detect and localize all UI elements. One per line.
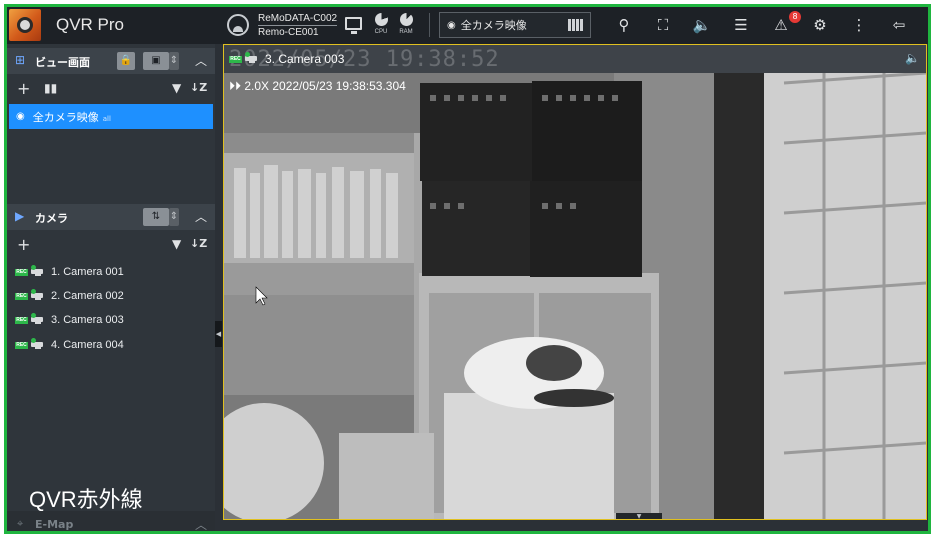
rec-badge: REC [15, 341, 28, 349]
lock-icon[interactable]: 🔒 [117, 52, 135, 70]
stepper-icon[interactable]: ⇕ [169, 52, 179, 70]
app-title: QVR Pro [56, 15, 125, 34]
expand-emap-icon[interactable]: ︿ [195, 516, 207, 531]
user-server-name: ReMoDATA-C002 [258, 13, 338, 24]
camera-view-name: 3. Camera 003 [265, 52, 345, 66]
overlay-caption: QVR赤外線 [29, 487, 143, 512]
gear-icon[interactable]: ⚙ [810, 15, 830, 35]
speaker-icon[interactable]: 🔈 [905, 51, 920, 65]
more-menu-icon[interactable]: ⋮ [849, 15, 869, 35]
cpu-label: CPU [374, 29, 388, 35]
cameras-panel-title: カメラ [35, 212, 68, 225]
camera-icon [31, 265, 45, 277]
view-selector-label: 全カメラ映像 [460, 19, 527, 32]
collapse-sidebar-handle[interactable]: ◀ [215, 321, 222, 347]
search-icon[interactable]: ⚲ [614, 15, 634, 35]
sidebar: ⊞ ビュー画面 🔒 ▣ ⇕ ︿ + ▮▮ ▼ ↓Z ◉ 全カメラ映像 all ▶… [7, 44, 215, 531]
camera-label: 3. Camera 003 [51, 314, 124, 326]
collapse-cameras-icon[interactable]: ︿ [195, 208, 207, 225]
cameras-toolbar: + ▼ ↓Z [7, 234, 215, 256]
stepper-icon[interactable]: ⇕ [169, 208, 179, 226]
views-panel-header: ⊞ ビュー画面 🔒 ▣ ⇕ ︿ [7, 48, 215, 74]
ram-label: RAM [399, 29, 413, 35]
camera-label: 4. Camera 004 [51, 339, 124, 351]
emap-title: E-Map [35, 518, 74, 531]
add-view-icon[interactable]: + [17, 79, 30, 98]
app-window: QVR Pro ReMoDATA-C002 Remo-CE001 CPU RAM… [4, 4, 931, 534]
camera-icon [31, 313, 45, 325]
top-bar: QVR Pro ReMoDATA-C002 Remo-CE001 CPU RAM… [7, 7, 928, 44]
view-item-sublabel: all [102, 114, 111, 123]
emap-panel-header[interactable]: ⌖ E-Map ︿ [7, 511, 215, 531]
camera-sort-button[interactable]: ⇅ [143, 208, 169, 226]
ram-gauge: RAM [397, 13, 415, 41]
view-item-all-cameras[interactable]: ◉ 全カメラ映像 all [9, 104, 213, 129]
views-panel-title: ビュー画面 [35, 56, 90, 69]
rec-badge: REC [15, 268, 28, 276]
view-item-label: 全カメラ映像 [32, 110, 99, 124]
monitor-icon[interactable] [345, 17, 362, 34]
fullscreen-icon[interactable]: ⛶ [653, 15, 673, 35]
sort-icon[interactable]: ↓Z [190, 237, 207, 250]
camera-list-item[interactable]: REC 4. Camera 004 [15, 335, 211, 355]
split-layout-icon[interactable]: ▮▮ [44, 81, 57, 95]
expand-timeline-handle[interactable]: ▼ [616, 513, 662, 519]
eye-icon: ◉ [16, 111, 25, 122]
grid-view-icon: ⊞ [15, 53, 26, 67]
cpu-gauge: CPU [372, 13, 390, 41]
views-toolbar: + ▮▮ ▼ ↓Z [7, 78, 215, 100]
camera-icon [31, 338, 45, 350]
alarm-icon[interactable]: ⚠ [771, 15, 791, 35]
app-logo-icon [9, 9, 41, 41]
eye-icon: ◉ [447, 19, 456, 31]
rec-badge: REC [15, 316, 28, 324]
rec-badge: REC [15, 292, 28, 300]
camera-list-item[interactable]: REC 2. Camera 002 [15, 286, 211, 306]
camera-icon [245, 52, 259, 64]
ram-gauge-icon [399, 13, 413, 26]
collapse-views-icon[interactable]: ︿ [195, 52, 207, 69]
user-info[interactable]: ReMoDATA-C002 Remo-CE001 [258, 12, 338, 39]
camera-view-title: REC 3. Camera 003 [229, 52, 344, 66]
camera-icon [31, 289, 45, 301]
camera-list-item[interactable]: REC 3. Camera 003 [15, 310, 211, 330]
sort-icon[interactable]: ↓Z [190, 81, 207, 94]
camera-label: 2. Camera 002 [51, 290, 124, 302]
map-pin-icon: ⌖ [17, 517, 24, 530]
camera-view-header: 2022/05/23 19:38:52 REC 3. Camera 003 🔈 [224, 45, 926, 73]
view-layout-button[interactable]: ▣ [143, 52, 169, 70]
cpu-gauge-icon [374, 13, 388, 26]
view-selector[interactable]: ◉ 全カメラ映像 [439, 12, 591, 38]
rec-badge: REC [229, 55, 242, 63]
video-camera-icon: ▶ [15, 209, 25, 223]
user-account-name: Remo-CE001 [258, 25, 338, 39]
add-camera-icon[interactable]: + [17, 235, 30, 254]
volume-icon[interactable]: 🔈 [692, 15, 712, 35]
filter-icon[interactable]: ▼ [172, 81, 181, 95]
event-log-icon[interactable]: ☰ [731, 15, 751, 35]
camera-list-item[interactable]: REC 1. Camera 001 [15, 262, 211, 282]
camera-label: 1. Camera 001 [51, 266, 124, 278]
notification-badge: 8 [789, 11, 801, 23]
filter-icon[interactable]: ▼ [172, 237, 181, 251]
user-icon[interactable] [227, 14, 249, 36]
playback-info: ⏵⏵ 2.0X 2022/05/23 19:38:53.304 [229, 79, 406, 93]
camera-view[interactable]: 2022/05/23 19:38:52 REC 3. Camera 003 🔈 … [223, 44, 927, 520]
logout-icon[interactable]: ⇦ [889, 15, 909, 35]
layout-grid-icon[interactable] [568, 19, 584, 31]
cameras-panel-header: ▶ カメラ ⇅ ⇕ ︿ [7, 204, 215, 230]
camera-feed-image [224, 73, 926, 519]
toolbar-divider [429, 13, 430, 37]
